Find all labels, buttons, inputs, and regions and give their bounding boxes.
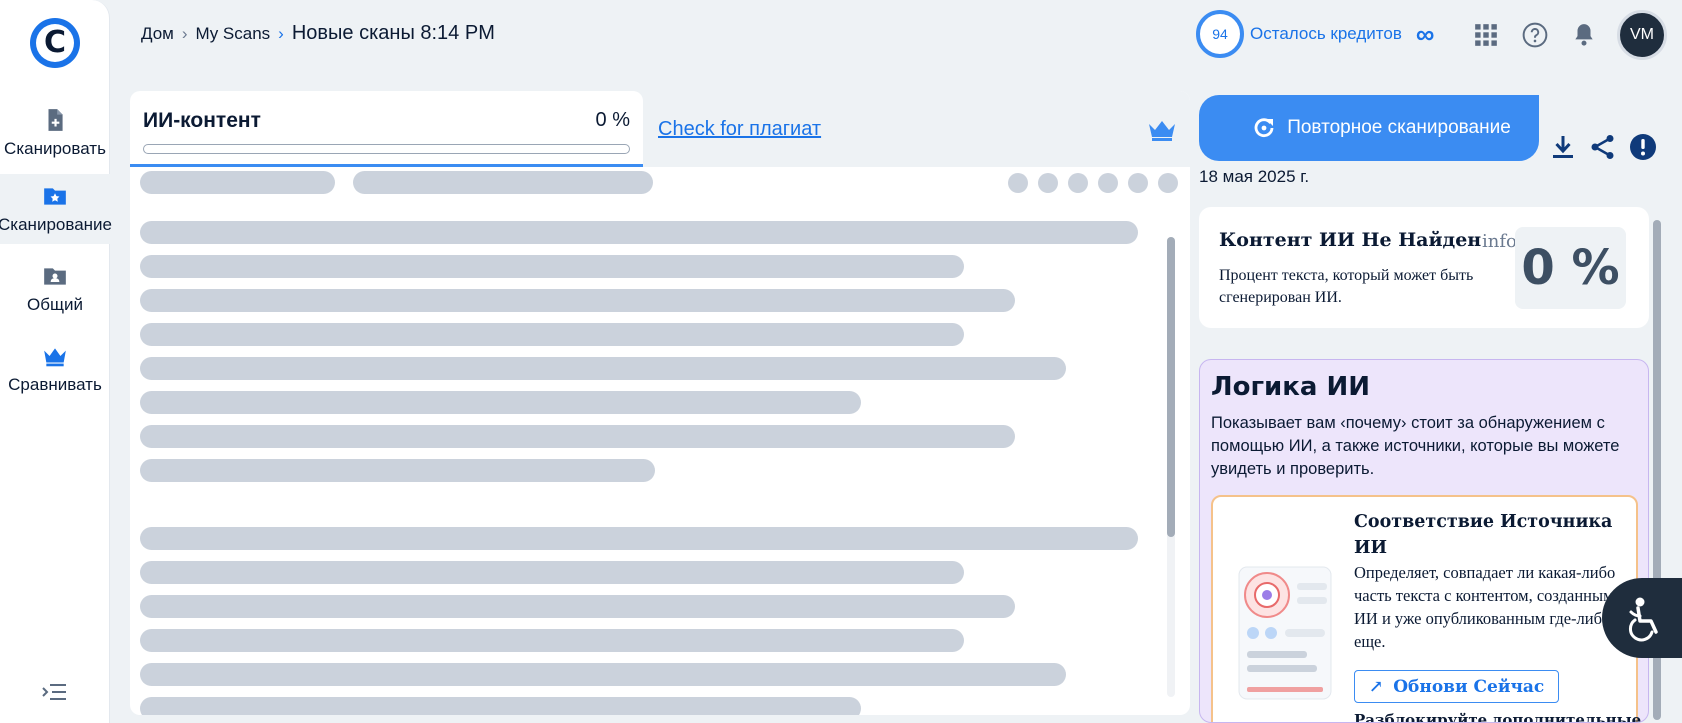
logo-letter: C xyxy=(36,24,74,62)
skeleton-line xyxy=(140,289,1015,312)
skeleton-line xyxy=(353,171,653,194)
help-icon[interactable] xyxy=(1522,22,1548,48)
skeleton-line xyxy=(140,697,861,715)
sidebar-item-label: Сравнивать xyxy=(8,375,102,394)
skeleton-dot xyxy=(1068,173,1088,193)
source-match-card: Соответствие Источника ИИ Определяет, со… xyxy=(1211,495,1642,723)
result-percent: 0 % xyxy=(1515,227,1626,309)
rescan-label: Повторное сканирование xyxy=(1287,117,1511,138)
tab-ai-percent: 0 % xyxy=(595,109,630,131)
skeleton-line xyxy=(140,391,861,414)
breadcrumb: Дом › My Scans › Новые сканы 8:14 PM xyxy=(141,22,495,45)
infinity-icon: ∞ xyxy=(1415,18,1435,49)
skeleton-line xyxy=(140,425,1015,448)
sidebar-item-scan[interactable]: Сканировать xyxy=(0,98,110,168)
bell-icon[interactable] xyxy=(1571,22,1597,48)
result-info[interactable]: info xyxy=(1482,231,1517,252)
sidebar-item-shared[interactable]: Общий xyxy=(0,254,110,324)
skeleton-line xyxy=(140,171,335,194)
source-description: Определяет, совпадает ли какая-либо част… xyxy=(1354,563,1616,651)
app-logo[interactable]: C xyxy=(30,18,80,68)
source-title: Соответствие Источника ИИ xyxy=(1354,512,1613,558)
skeleton-line xyxy=(140,629,964,652)
file-plus-icon xyxy=(48,109,63,131)
logic-title: Логика ИИ xyxy=(1211,372,1371,402)
skeleton-line xyxy=(140,221,1138,244)
crown-icon xyxy=(44,348,66,367)
result-description: Процент текста, который может быть сгене… xyxy=(1219,267,1474,306)
ai-progress-bar xyxy=(143,144,630,154)
tab-plagiarism-link[interactable]: Check for плагиат xyxy=(658,118,821,141)
sidebar-item-compare[interactable]: Сравнивать xyxy=(0,334,110,404)
skeleton-line xyxy=(140,595,1015,618)
document-scrollbar[interactable] xyxy=(1167,237,1175,697)
download-icon[interactable] xyxy=(1549,133,1577,161)
breadcrumb-home[interactable]: Дом xyxy=(141,24,174,44)
skeleton-line xyxy=(140,255,964,278)
tab-ai-title: ИИ-контент xyxy=(143,109,261,132)
accessibility-icon xyxy=(1628,597,1658,642)
result-title: Контент ИИ Не Найден xyxy=(1219,229,1482,251)
credits-label: Осталось кредитов xyxy=(1250,24,1402,43)
sidebar-item-label: Сканирование xyxy=(0,215,112,234)
skeleton-line xyxy=(140,459,655,482)
skeleton-dot xyxy=(1128,173,1148,193)
crown-icon[interactable] xyxy=(1147,117,1177,143)
credits-indicator[interactable]: 94 Осталось кредитов ∞ xyxy=(1196,10,1434,58)
sidebar-item-label: Сканировать xyxy=(4,139,106,158)
upgrade-now-button[interactable]: ↗ Обнови Сейчас xyxy=(1354,670,1560,703)
skeleton-line xyxy=(140,357,1066,380)
breadcrumb-my-scans[interactable]: My Scans xyxy=(196,24,271,44)
upgrade-label: Обнови Сейчас xyxy=(1393,676,1545,697)
document-panel: ИИ-контент 0 % Check for плагиат xyxy=(130,91,1190,715)
arrow-up-right-icon: ↗ xyxy=(1369,676,1384,697)
skeleton-dot xyxy=(1098,173,1118,193)
apps-grid-icon[interactable] xyxy=(1473,22,1499,48)
accessibility-button[interactable] xyxy=(1602,578,1682,658)
tab-bar: ИИ-контент 0 % Check for плагиат xyxy=(130,91,1190,167)
skeleton-dot xyxy=(1158,173,1178,193)
page-title: Новые сканы 8:14 PM xyxy=(291,22,495,44)
skeleton-line xyxy=(140,663,1066,686)
skeleton-line xyxy=(140,527,1138,550)
logic-description: Показывает вам ‹почему› стоит за обнаруж… xyxy=(1211,414,1620,478)
scrollbar-thumb[interactable] xyxy=(1167,237,1175,537)
report-icon[interactable] xyxy=(1629,133,1657,161)
skeleton-dot xyxy=(1038,173,1058,193)
share-icon[interactable] xyxy=(1589,133,1617,161)
skeleton-line xyxy=(140,561,964,584)
skeleton-line xyxy=(140,323,964,346)
credits-ring: 94 xyxy=(1196,10,1244,58)
folder-star-icon xyxy=(44,188,66,205)
sidebar: C Сканировать Сканирование Общий Сравнив… xyxy=(0,0,112,723)
ai-logic-card: Логика ИИ Показывает вам ‹почему› стоит … xyxy=(1199,359,1649,723)
rescan-button[interactable]: Повторное сканирование xyxy=(1199,95,1539,161)
chevron-right-icon: › xyxy=(181,23,188,43)
ai-result-card: Контент ИИ Не Найден info Процент текста… xyxy=(1199,207,1649,328)
chevron-right-icon: › xyxy=(278,23,284,43)
skeleton-dot xyxy=(1008,173,1028,193)
top-header: Дом › My Scans › Новые сканы 8:14 PM 94 … xyxy=(110,0,1682,70)
collapse-menu-icon[interactable] xyxy=(42,682,68,702)
tab-ai-content[interactable]: ИИ-контент 0 % xyxy=(130,91,643,167)
avatar[interactable]: VM xyxy=(1617,10,1667,60)
unlock-more-text: Разблокируйте дополнительные xyxy=(1354,711,1642,723)
refresh-icon xyxy=(1254,118,1274,138)
sidebar-item-scans[interactable]: Сканирование xyxy=(0,174,112,244)
source-match-illustration xyxy=(1238,566,1332,700)
scan-date: 18 мая 2025 г. xyxy=(1199,167,1310,186)
sidebar-item-label: Общий xyxy=(27,295,83,314)
shared-folder-icon xyxy=(44,268,66,285)
